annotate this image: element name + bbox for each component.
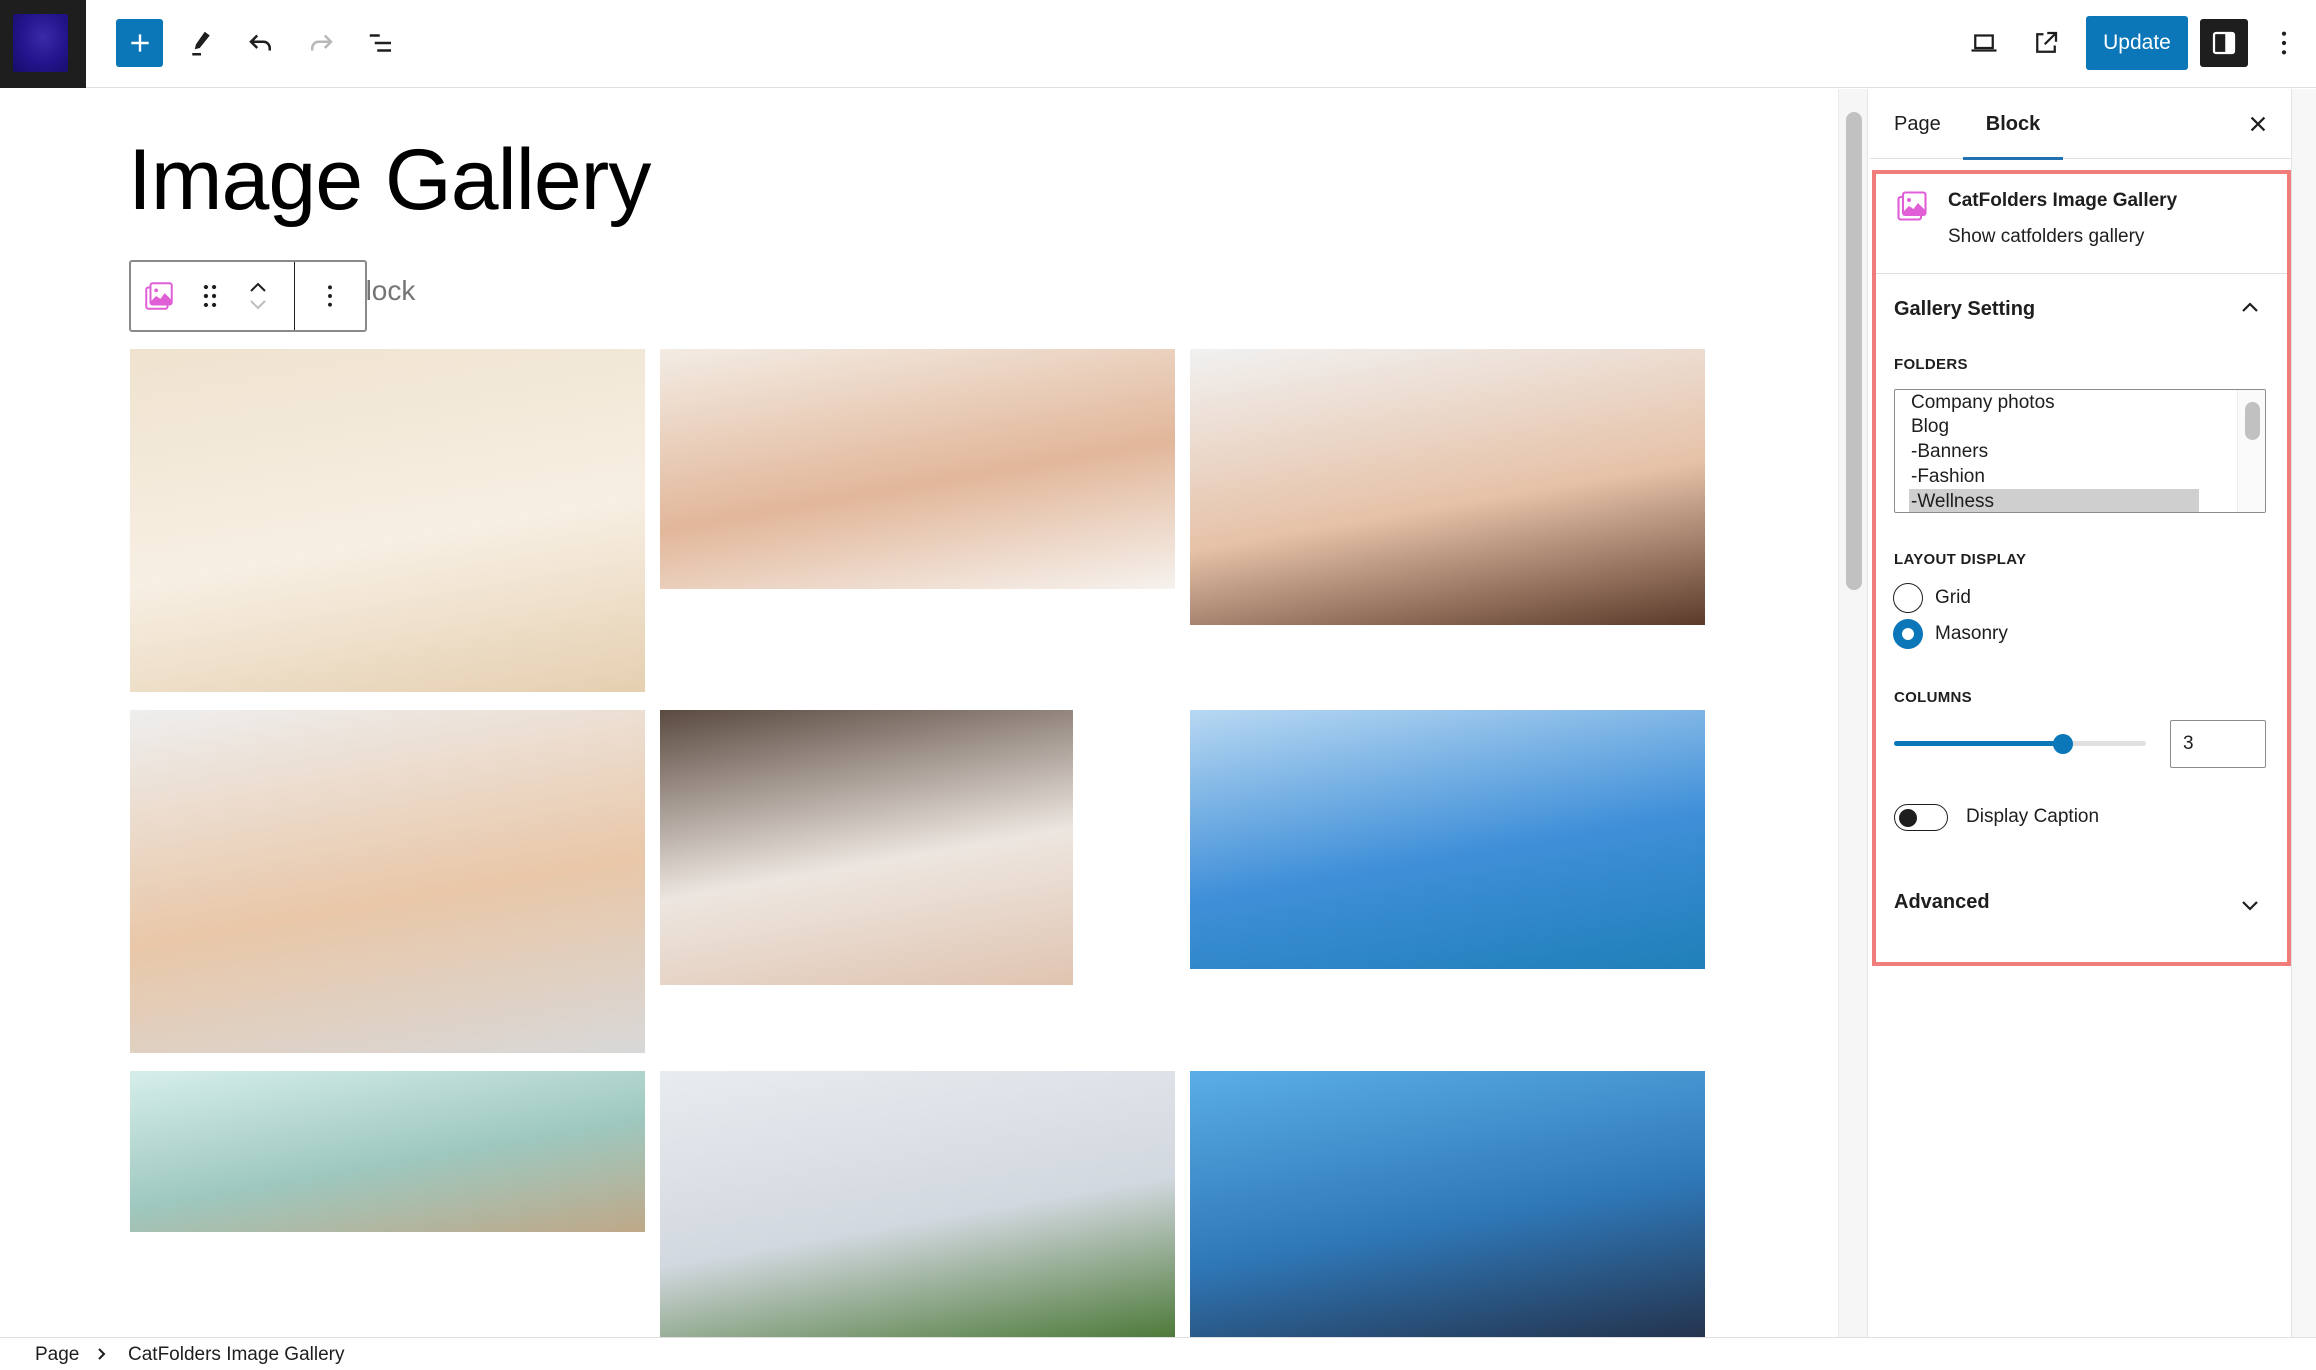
folders-label: FOLDERS	[1894, 356, 1968, 373]
gallery-block-icon	[1897, 191, 1927, 221]
columns-slider[interactable]	[1894, 730, 2146, 758]
block-toolbar-group	[131, 262, 295, 330]
undo-button[interactable]	[240, 22, 282, 64]
page-title[interactable]: Image Gallery	[128, 137, 651, 223]
tools-button[interactable]	[180, 22, 222, 64]
layout-option-grid[interactable]: Grid	[1893, 583, 1971, 613]
gallery-block-icon	[145, 282, 173, 310]
columns-slider-fill	[1894, 741, 2063, 746]
site-logo-button[interactable]	[0, 0, 86, 88]
update-button[interactable]: Update	[2086, 16, 2188, 70]
block-toolbar	[129, 260, 367, 332]
advanced-panel-toggle[interactable]: Advanced	[1876, 870, 2287, 936]
more-vertical-icon	[328, 285, 332, 307]
redo-button[interactable]	[300, 22, 342, 64]
columns-slider-thumb[interactable]	[2052, 734, 2073, 754]
sidebar-panel-icon	[2212, 31, 2236, 55]
block-options-button[interactable]	[295, 262, 365, 330]
list-view-icon	[369, 34, 391, 52]
folder-option[interactable]: -Banners	[1909, 439, 1990, 464]
block-card-title: CatFolders Image Gallery	[1948, 190, 2178, 211]
settings-toggle-button[interactable]	[2200, 19, 2248, 67]
plus-icon	[130, 34, 149, 52]
gallery-image[interactable]	[1190, 710, 1705, 969]
block-breadcrumb: Page CatFolders Image Gallery	[0, 1337, 2316, 1370]
drag-handle[interactable]	[187, 262, 233, 330]
folders-listbox[interactable]: Company photos Blog -Banners -Fashion -W…	[1894, 389, 2266, 513]
add-block-button[interactable]	[116, 19, 163, 67]
folder-option-selected[interactable]: -Wellness	[1909, 489, 2199, 512]
grid-radio-label: Grid	[1935, 587, 1971, 608]
chevron-right-icon	[98, 1348, 106, 1360]
move-down-icon[interactable]	[248, 299, 268, 311]
close-sidebar-button[interactable]	[2240, 106, 2276, 142]
block-card-description: Show catfolders gallery	[1948, 226, 2145, 247]
layout-display-label: LAYOUT DISPLAY	[1894, 551, 2027, 568]
folder-option[interactable]: Blog	[1909, 414, 1951, 439]
move-up-icon[interactable]	[248, 281, 268, 293]
pencil-icon	[192, 31, 210, 56]
gallery-setting-title: Gallery Setting	[1894, 298, 2036, 320]
laptop-icon	[1971, 34, 1997, 52]
tab-page[interactable]: Page	[1894, 89, 1941, 159]
gallery-setting-panel-toggle[interactable]: Gallery Setting	[1876, 274, 2287, 344]
masonry-radio-label: Masonry	[1935, 623, 2008, 644]
folders-scrollbar-thumb[interactable]	[2245, 402, 2260, 440]
layout-option-masonry[interactable]: Masonry	[1893, 619, 2008, 649]
folder-option[interactable]: Company photos	[1909, 390, 2057, 415]
close-icon	[2250, 116, 2266, 132]
display-caption-toggle[interactable]	[1894, 804, 1948, 831]
masonry-radio[interactable]	[1893, 619, 1923, 649]
options-menu-button[interactable]	[2266, 22, 2302, 64]
columns-label: COLUMNS	[1894, 689, 1972, 706]
drag-handle-icon	[203, 284, 217, 308]
gallery-image[interactable]	[130, 349, 645, 692]
gallery-image[interactable]	[660, 1071, 1175, 1337]
block-card: CatFolders Image Gallery Show catfolders…	[1876, 174, 2287, 274]
external-link-icon	[2036, 31, 2058, 53]
sidebar-tabs: Page Block	[1870, 89, 2292, 160]
sidebar-gutter	[2292, 89, 2316, 1337]
gallery-image[interactable]	[1190, 349, 1705, 625]
site-logo-icon	[13, 14, 68, 72]
breadcrumb-current-block[interactable]: CatFolders Image Gallery	[128, 1344, 344, 1366]
breadcrumb-page[interactable]: Page	[35, 1344, 79, 1366]
tab-block[interactable]: Block	[1963, 89, 2063, 160]
toggle-knob	[1899, 808, 1917, 827]
redo-icon	[311, 34, 333, 51]
gallery-image[interactable]	[660, 710, 1073, 985]
chevron-down-icon	[2242, 901, 2258, 911]
block-type-button[interactable]	[131, 262, 187, 330]
gallery-image[interactable]	[1190, 1071, 1705, 1337]
folder-option[interactable]: -Fashion	[1909, 464, 1987, 489]
editor-top-bar: Update	[0, 0, 2316, 88]
gallery-image[interactable]	[130, 710, 645, 1053]
display-caption-label: Display Caption	[1966, 806, 2100, 827]
document-overview-button[interactable]	[360, 22, 402, 64]
grid-radio[interactable]	[1893, 583, 1923, 613]
folders-scrollbar[interactable]	[2237, 390, 2265, 512]
view-page-button[interactable]	[2025, 22, 2067, 64]
gallery-image[interactable]	[660, 349, 1175, 589]
advanced-title: Advanced	[1894, 891, 1990, 913]
chevron-up-icon	[2242, 302, 2258, 312]
undo-icon	[249, 34, 271, 51]
editor-canvas: Image Gallery block	[0, 89, 1840, 1337]
columns-number-input[interactable]	[2170, 720, 2266, 768]
gallery-image[interactable]	[130, 1071, 645, 1232]
editor-scrollbar-thumb[interactable]	[1846, 112, 1862, 590]
preview-button[interactable]	[1963, 22, 2005, 64]
more-vertical-icon	[2281, 31, 2287, 55]
